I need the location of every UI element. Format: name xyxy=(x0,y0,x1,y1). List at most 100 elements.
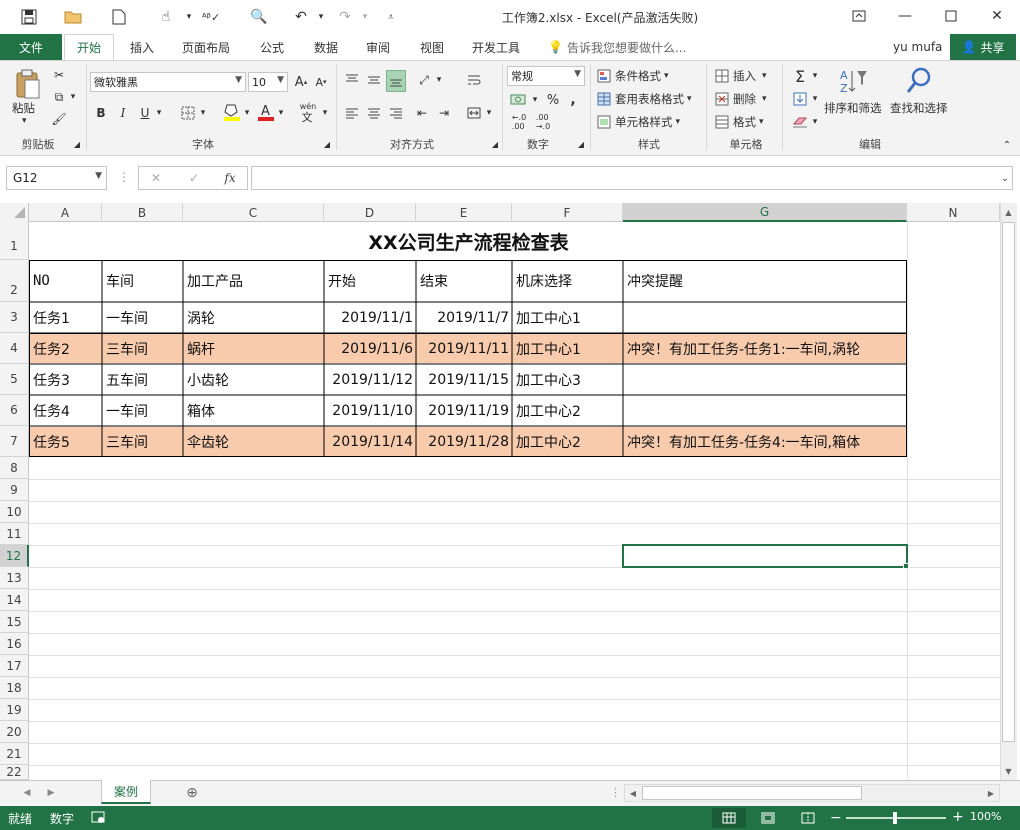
font-color-icon[interactable]: A xyxy=(256,101,276,123)
tab-insert[interactable]: 插入 xyxy=(118,34,166,60)
header-cell-end[interactable]: 结束 xyxy=(417,261,512,301)
touch-mode-icon[interactable]: ☝ xyxy=(155,6,177,28)
formula-input[interactable] xyxy=(251,166,1013,190)
cancel-entry-icon[interactable]: ✕ xyxy=(146,168,166,188)
header-cell-conflict[interactable]: 冲突提醒 xyxy=(624,261,907,301)
column-header-n[interactable]: N xyxy=(907,203,1000,222)
column-header-c[interactable]: C xyxy=(183,203,324,222)
align-right-icon[interactable] xyxy=(386,103,406,123)
row-header[interactable]: 5 xyxy=(0,364,29,395)
new-file-icon[interactable] xyxy=(108,6,130,28)
row-header[interactable]: 8 xyxy=(0,457,29,479)
undo-icon[interactable]: ↶ xyxy=(290,6,312,28)
fill-color-icon[interactable] xyxy=(222,101,242,123)
comma-style-icon[interactable]: , xyxy=(566,90,580,110)
autosum-icon[interactable]: Σ xyxy=(790,66,810,86)
scroll-left-icon[interactable]: ◀ xyxy=(626,786,640,800)
redo-dropdown-icon[interactable]: ▾ xyxy=(354,6,376,28)
row-header[interactable]: 14 xyxy=(0,589,29,611)
page-layout-view-icon[interactable] xyxy=(756,808,780,828)
tab-page-layout[interactable]: 页面布局 xyxy=(172,34,240,60)
tab-home[interactable]: 开始 xyxy=(64,34,114,60)
underline-button[interactable]: U xyxy=(136,103,154,123)
table-cell[interactable]: 伞齿轮 xyxy=(184,427,324,457)
name-box[interactable]: G12 ▼ xyxy=(6,166,107,190)
row-header[interactable]: 16 xyxy=(0,633,29,655)
tab-formulas[interactable]: 公式 xyxy=(248,34,296,60)
fill-down-icon[interactable] xyxy=(790,89,810,109)
column-header-a[interactable]: A xyxy=(29,203,102,222)
paste-icon[interactable] xyxy=(8,66,48,102)
paste-dropdown-icon[interactable]: ▾ xyxy=(22,116,27,126)
tab-developer[interactable]: 开发工具 xyxy=(462,34,530,60)
row-header[interactable]: 10 xyxy=(0,501,29,523)
conflict-cell[interactable]: 冲突！有加工任务-任务1:一车间,涡轮 xyxy=(624,334,907,364)
italic-button[interactable]: I xyxy=(114,103,132,123)
tab-review[interactable]: 审阅 xyxy=(354,34,402,60)
table-cell[interactable]: 三车间 xyxy=(103,427,183,457)
format-cells-button[interactable]: 格式 ▾ xyxy=(714,112,764,132)
alignment-launcher-icon[interactable]: ◢ xyxy=(490,138,500,150)
cut-icon[interactable]: ✂ xyxy=(50,66,68,84)
number-launcher-icon[interactable]: ◢ xyxy=(576,138,586,150)
tab-split-handle[interactable]: ⋮ xyxy=(610,786,621,800)
active-cell-selection[interactable] xyxy=(622,544,908,568)
tab-view[interactable]: 视图 xyxy=(408,34,456,60)
row-header[interactable]: 13 xyxy=(0,567,29,589)
row-header[interactable]: 17 xyxy=(0,655,29,677)
table-cell[interactable] xyxy=(624,303,907,333)
increase-indent-icon[interactable]: ⇥ xyxy=(434,103,454,123)
row-header[interactable]: 7 xyxy=(0,426,29,457)
clear-eraser-icon[interactable] xyxy=(790,112,810,132)
table-cell[interactable]: 涡轮 xyxy=(184,303,324,333)
align-center-icon[interactable] xyxy=(364,103,384,123)
table-cell[interactable]: 2019/11/11 xyxy=(417,334,512,364)
table-cell[interactable]: 2019/11/28 xyxy=(417,427,512,457)
paste-button[interactable]: 粘贴 xyxy=(12,100,35,116)
table-cell[interactable]: 加工中心2 xyxy=(513,427,623,457)
decrease-indent-icon[interactable]: ⇤ xyxy=(412,103,432,123)
delete-cells-button[interactable]: 删除 ▾ xyxy=(714,89,767,109)
tab-data[interactable]: 数据 xyxy=(302,34,350,60)
insert-cells-button[interactable]: 插入 ▾ xyxy=(714,66,767,86)
row-header[interactable]: 21 xyxy=(0,743,29,765)
maximize-icon[interactable] xyxy=(934,4,968,28)
table-cell[interactable]: 小齿轮 xyxy=(184,365,324,395)
row-header[interactable]: 15 xyxy=(0,611,29,633)
expand-formula-icon[interactable]: ⌄ xyxy=(998,170,1012,186)
scroll-up-icon[interactable]: ▲ xyxy=(1001,205,1016,219)
table-cell[interactable]: 2019/11/12 xyxy=(325,365,416,395)
open-folder-icon[interactable] xyxy=(62,6,84,28)
fill-handle[interactable] xyxy=(903,563,909,569)
align-middle-icon[interactable] xyxy=(364,70,384,90)
wrap-text-icon[interactable] xyxy=(464,70,484,90)
table-cell[interactable]: 任务5 xyxy=(30,427,102,457)
share-button[interactable]: 👤 共享 xyxy=(950,34,1016,60)
bold-button[interactable]: B xyxy=(92,103,110,123)
zoom-level[interactable]: 100% xyxy=(970,810,1001,823)
align-left-icon[interactable] xyxy=(342,103,362,123)
row-header[interactable]: 4 xyxy=(0,333,29,364)
collapse-ribbon-icon[interactable]: ⌃ xyxy=(1000,138,1014,152)
row-header[interactable]: 11 xyxy=(0,523,29,545)
conflict-cell[interactable]: 冲突！有加工任务-任务4:一车间,箱体 xyxy=(624,427,907,457)
merge-center-icon[interactable] xyxy=(464,103,484,123)
table-cell[interactable]: 一车间 xyxy=(103,396,183,426)
cell-styles-button[interactable]: 单元格样式 ▾ xyxy=(596,112,680,132)
print-preview-icon[interactable]: 🔍 xyxy=(248,6,270,28)
zoom-out-icon[interactable]: − xyxy=(830,810,842,826)
decrease-decimal-icon[interactable]: .00 →.0 xyxy=(532,112,554,132)
row-header[interactable]: 12 xyxy=(0,545,29,567)
format-as-table-button[interactable]: 套用表格格式 ▾ xyxy=(596,89,692,109)
phonetic-dropdown-icon[interactable]: ▾ xyxy=(320,103,330,123)
table-cell[interactable]: 2019/11/15 xyxy=(417,365,512,395)
table-cell[interactable]: 任务1 xyxy=(30,303,102,333)
redo-icon[interactable]: ↷ xyxy=(334,6,356,28)
table-cell[interactable]: 2019/11/19 xyxy=(417,396,512,426)
close-icon[interactable]: ✕ xyxy=(980,4,1014,28)
customize-qat-icon[interactable]: ⩡ xyxy=(380,6,402,28)
minimize-icon[interactable]: — xyxy=(888,4,922,28)
autosum-dropdown-icon[interactable]: ▾ xyxy=(810,66,820,86)
table-cell[interactable]: 2019/11/7 xyxy=(417,303,512,333)
scroll-right-icon[interactable]: ▶ xyxy=(984,786,998,800)
